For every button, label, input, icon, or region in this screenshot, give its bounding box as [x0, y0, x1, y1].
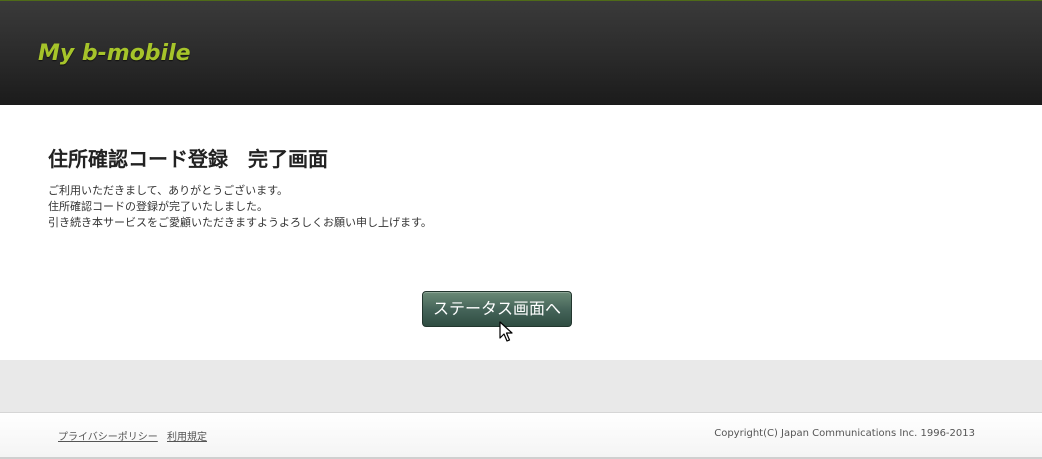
message-line-1: ご利用いただきまして、ありがとうございます。 — [48, 184, 289, 197]
privacy-policy-link[interactable]: プライバシーポリシー — [58, 432, 158, 443]
mouse-cursor-icon — [499, 321, 513, 342]
completion-message: ご利用いただきまして、ありがとうございます。 住所確認コードの登録が完了いたしま… — [48, 183, 432, 231]
message-line-3: 引き続き本サービスをご愛顧いただきますようよろしくお願い申し上げます。 — [48, 216, 432, 229]
copyright-text: Copyright(C) Japan Communications Inc. 1… — [714, 428, 975, 439]
footer-links: プライバシーポリシー 利用規定 — [58, 428, 213, 443]
site-footer: プライバシーポリシー 利用規定 Copyright(C) Japan Commu… — [0, 412, 1042, 459]
terms-of-use-link[interactable]: 利用規定 — [167, 432, 207, 443]
site-logo[interactable]: My b-mobile — [38, 41, 191, 66]
message-line-2: 住所確認コードの登録が完了いたしました。 — [48, 200, 268, 213]
site-header: My b-mobile — [0, 0, 1042, 105]
page-title: 住所確認コード登録 完了画面 — [48, 147, 328, 171]
main-content: 住所確認コード登録 完了画面 ご利用いただきまして、ありがとうございます。 住所… — [0, 105, 1042, 360]
status-page-button[interactable]: ステータス画面へ — [422, 291, 572, 327]
content-bottom-band — [0, 360, 1042, 412]
